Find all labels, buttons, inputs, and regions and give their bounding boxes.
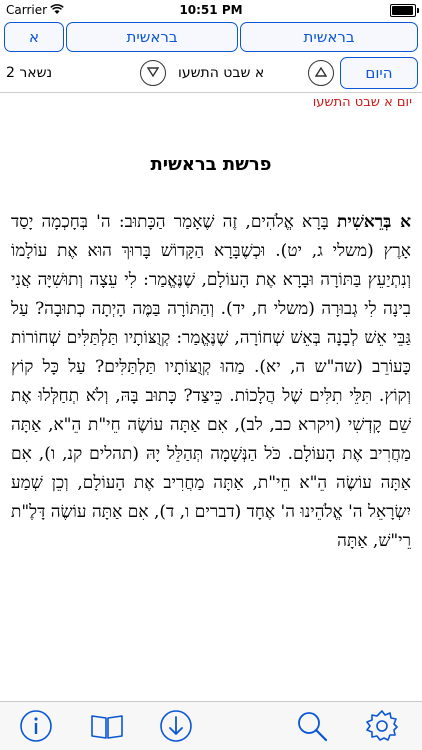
status-time: 10:51 PM (179, 3, 243, 17)
bottom-toolbar (0, 701, 422, 750)
chapter-button[interactable]: א (4, 22, 64, 52)
page-title: פרשת בראשית (150, 154, 272, 175)
info-icon[interactable] (18, 708, 54, 744)
triangle-up-icon (314, 66, 328, 80)
download-icon[interactable] (158, 708, 194, 744)
date-navigation: נשאר 2 א שבט התשעו היום (4, 57, 418, 91)
content-lead: א בְּרֵאשִׁית (337, 212, 411, 232)
remaining-label: נשאר 2 (6, 65, 53, 81)
next-day-button[interactable] (140, 60, 166, 86)
today-button[interactable]: היום (340, 57, 418, 89)
status-bar: Carrier 10:51 PM (0, 0, 422, 20)
header-buttons: א בראשית בראשית (4, 22, 418, 54)
book-icon[interactable] (89, 708, 125, 744)
parsha-button-right[interactable]: בראשית (240, 22, 418, 52)
current-date: א שבט התשעו (178, 65, 265, 81)
content-text: א בְּרֵאשִׁית בָּרָא אֱלֹהִים, זֶה שֶׁאָ… (11, 208, 411, 693)
parsha-button-left[interactable]: בראשית (66, 22, 238, 52)
gear-icon[interactable] (364, 708, 400, 744)
search-icon[interactable] (294, 708, 330, 744)
previous-day-button[interactable] (308, 60, 334, 86)
battery-icon (390, 4, 419, 17)
content-body: בָּרָא אֱלֹהִים, זֶה שֶׁאָמַר הַכָּתוּב:… (11, 212, 411, 551)
divider (0, 92, 422, 93)
day-label: יום א שבט התשעו (312, 95, 412, 110)
triangle-down-icon (146, 66, 160, 80)
